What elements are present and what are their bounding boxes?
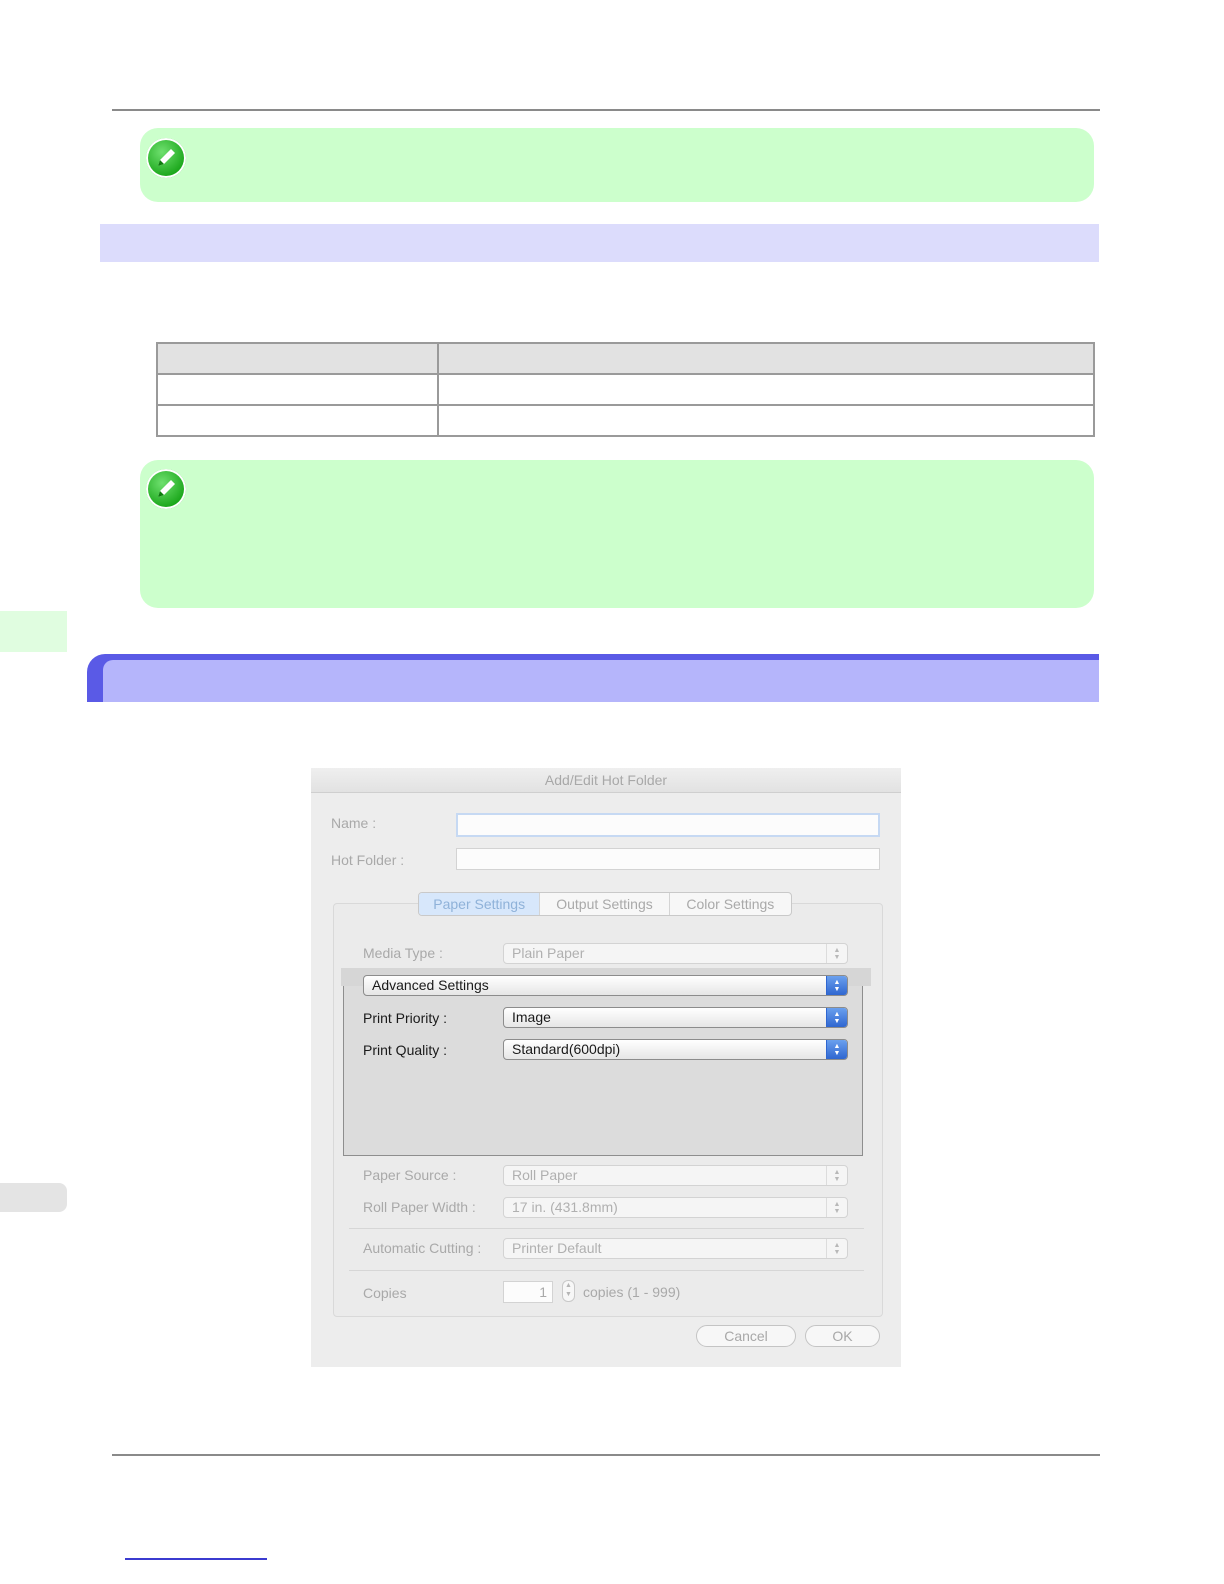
- automatic-cutting-value: Printer Default: [512, 1240, 602, 1256]
- paper-source-label: Paper Source :: [363, 1167, 457, 1183]
- print-quality-label: Print Quality :: [363, 1042, 448, 1058]
- roll-paper-width-label: Roll Paper Width :: [363, 1199, 476, 1215]
- copies-value: 1: [539, 1284, 547, 1300]
- print-priority-value: Image: [512, 1009, 551, 1025]
- paper-source-select[interactable]: Roll Paper ▲ ▼: [503, 1165, 848, 1186]
- ok-button[interactable]: OK: [805, 1325, 880, 1347]
- chapter-heading-bar: [87, 654, 1099, 702]
- copies-label: Copies: [363, 1285, 407, 1301]
- print-quality-select[interactable]: Standard(600dpi) ▲ ▼: [503, 1039, 848, 1060]
- automatic-cutting-select[interactable]: Printer Default ▲ ▼: [503, 1238, 848, 1259]
- table-header-row: [156, 342, 1095, 375]
- separator: [349, 1228, 864, 1229]
- settings-tabs: Paper Settings Output Settings Color Set…: [418, 892, 792, 916]
- table-row: [156, 404, 1095, 437]
- print-priority-select[interactable]: Image ▲ ▼: [503, 1007, 848, 1028]
- popup-arrows-icon: ▲ ▼: [826, 1166, 847, 1185]
- table-cell: [437, 404, 1095, 437]
- media-type-value: Plain Paper: [512, 945, 585, 961]
- advanced-settings-select[interactable]: Advanced Settings ▲ ▼: [363, 975, 848, 996]
- tab-color-settings[interactable]: Color Settings: [670, 893, 791, 915]
- bottom-rule: [112, 1454, 1100, 1456]
- table-row: [156, 373, 1095, 406]
- advanced-settings-value: Advanced Settings: [372, 977, 489, 993]
- note-box-1: [140, 128, 1094, 202]
- table-cell: [437, 373, 1095, 406]
- name-label: Name :: [331, 815, 377, 831]
- pencil-note-icon: [146, 138, 186, 178]
- copies-range-label: copies (1 - 999): [583, 1284, 681, 1300]
- advanced-settings-panel: [343, 970, 863, 1156]
- tab-paper-settings[interactable]: Paper Settings: [419, 893, 541, 915]
- popup-arrows-icon: ▲ ▼: [826, 1040, 847, 1059]
- separator: [349, 1270, 864, 1271]
- hot-folder-field[interactable]: [456, 848, 880, 870]
- section-heading-bar: [100, 224, 1099, 262]
- chapter-heading-inner: [103, 660, 1099, 702]
- cancel-button[interactable]: Cancel: [696, 1325, 796, 1347]
- roll-paper-width-select[interactable]: 17 in. (431.8mm) ▲ ▼: [503, 1197, 848, 1218]
- paper-source-value: Roll Paper: [512, 1167, 578, 1183]
- popup-arrows-icon: ▲ ▼: [826, 1008, 847, 1027]
- automatic-cutting-label: Automatic Cutting :: [363, 1240, 482, 1256]
- print-priority-label: Print Priority :: [363, 1010, 448, 1026]
- tab-output-settings[interactable]: Output Settings: [540, 893, 670, 915]
- print-quality-value: Standard(600dpi): [512, 1041, 621, 1057]
- name-input[interactable]: [456, 813, 880, 837]
- popup-arrows-icon: ▲ ▼: [826, 976, 847, 995]
- side-index-tab-lower[interactable]: [0, 1183, 67, 1212]
- table-cell: [156, 404, 439, 437]
- table-cell: [156, 373, 439, 406]
- table-header-cell: [156, 342, 439, 375]
- popup-arrows-icon: ▲ ▼: [826, 1239, 847, 1258]
- top-rule: [112, 109, 1100, 111]
- dialog-title: Add/Edit Hot Folder: [311, 768, 901, 793]
- roll-paper-width-value: 17 in. (431.8mm): [512, 1199, 618, 1215]
- footer-link-underline[interactable]: [125, 1558, 267, 1560]
- popup-arrows-icon: ▲ ▼: [826, 1198, 847, 1217]
- add-edit-hot-folder-dialog: Add/Edit Hot Folder Name : Hot Folder : …: [311, 768, 901, 1367]
- side-index-tab[interactable]: [0, 611, 67, 652]
- settings-table: [156, 342, 1095, 437]
- hot-folder-label: Hot Folder :: [331, 852, 405, 868]
- media-type-label: Media Type :: [363, 945, 443, 961]
- media-type-select[interactable]: Plain Paper ▲ ▼: [503, 943, 848, 964]
- note-box-2: [140, 460, 1094, 608]
- table-header-cell: [437, 342, 1095, 375]
- pencil-note-icon: [146, 469, 186, 509]
- copies-stepper[interactable]: ▲ ▼: [562, 1280, 575, 1302]
- popup-arrows-icon: ▲ ▼: [826, 944, 847, 963]
- copies-input[interactable]: 1: [503, 1281, 553, 1303]
